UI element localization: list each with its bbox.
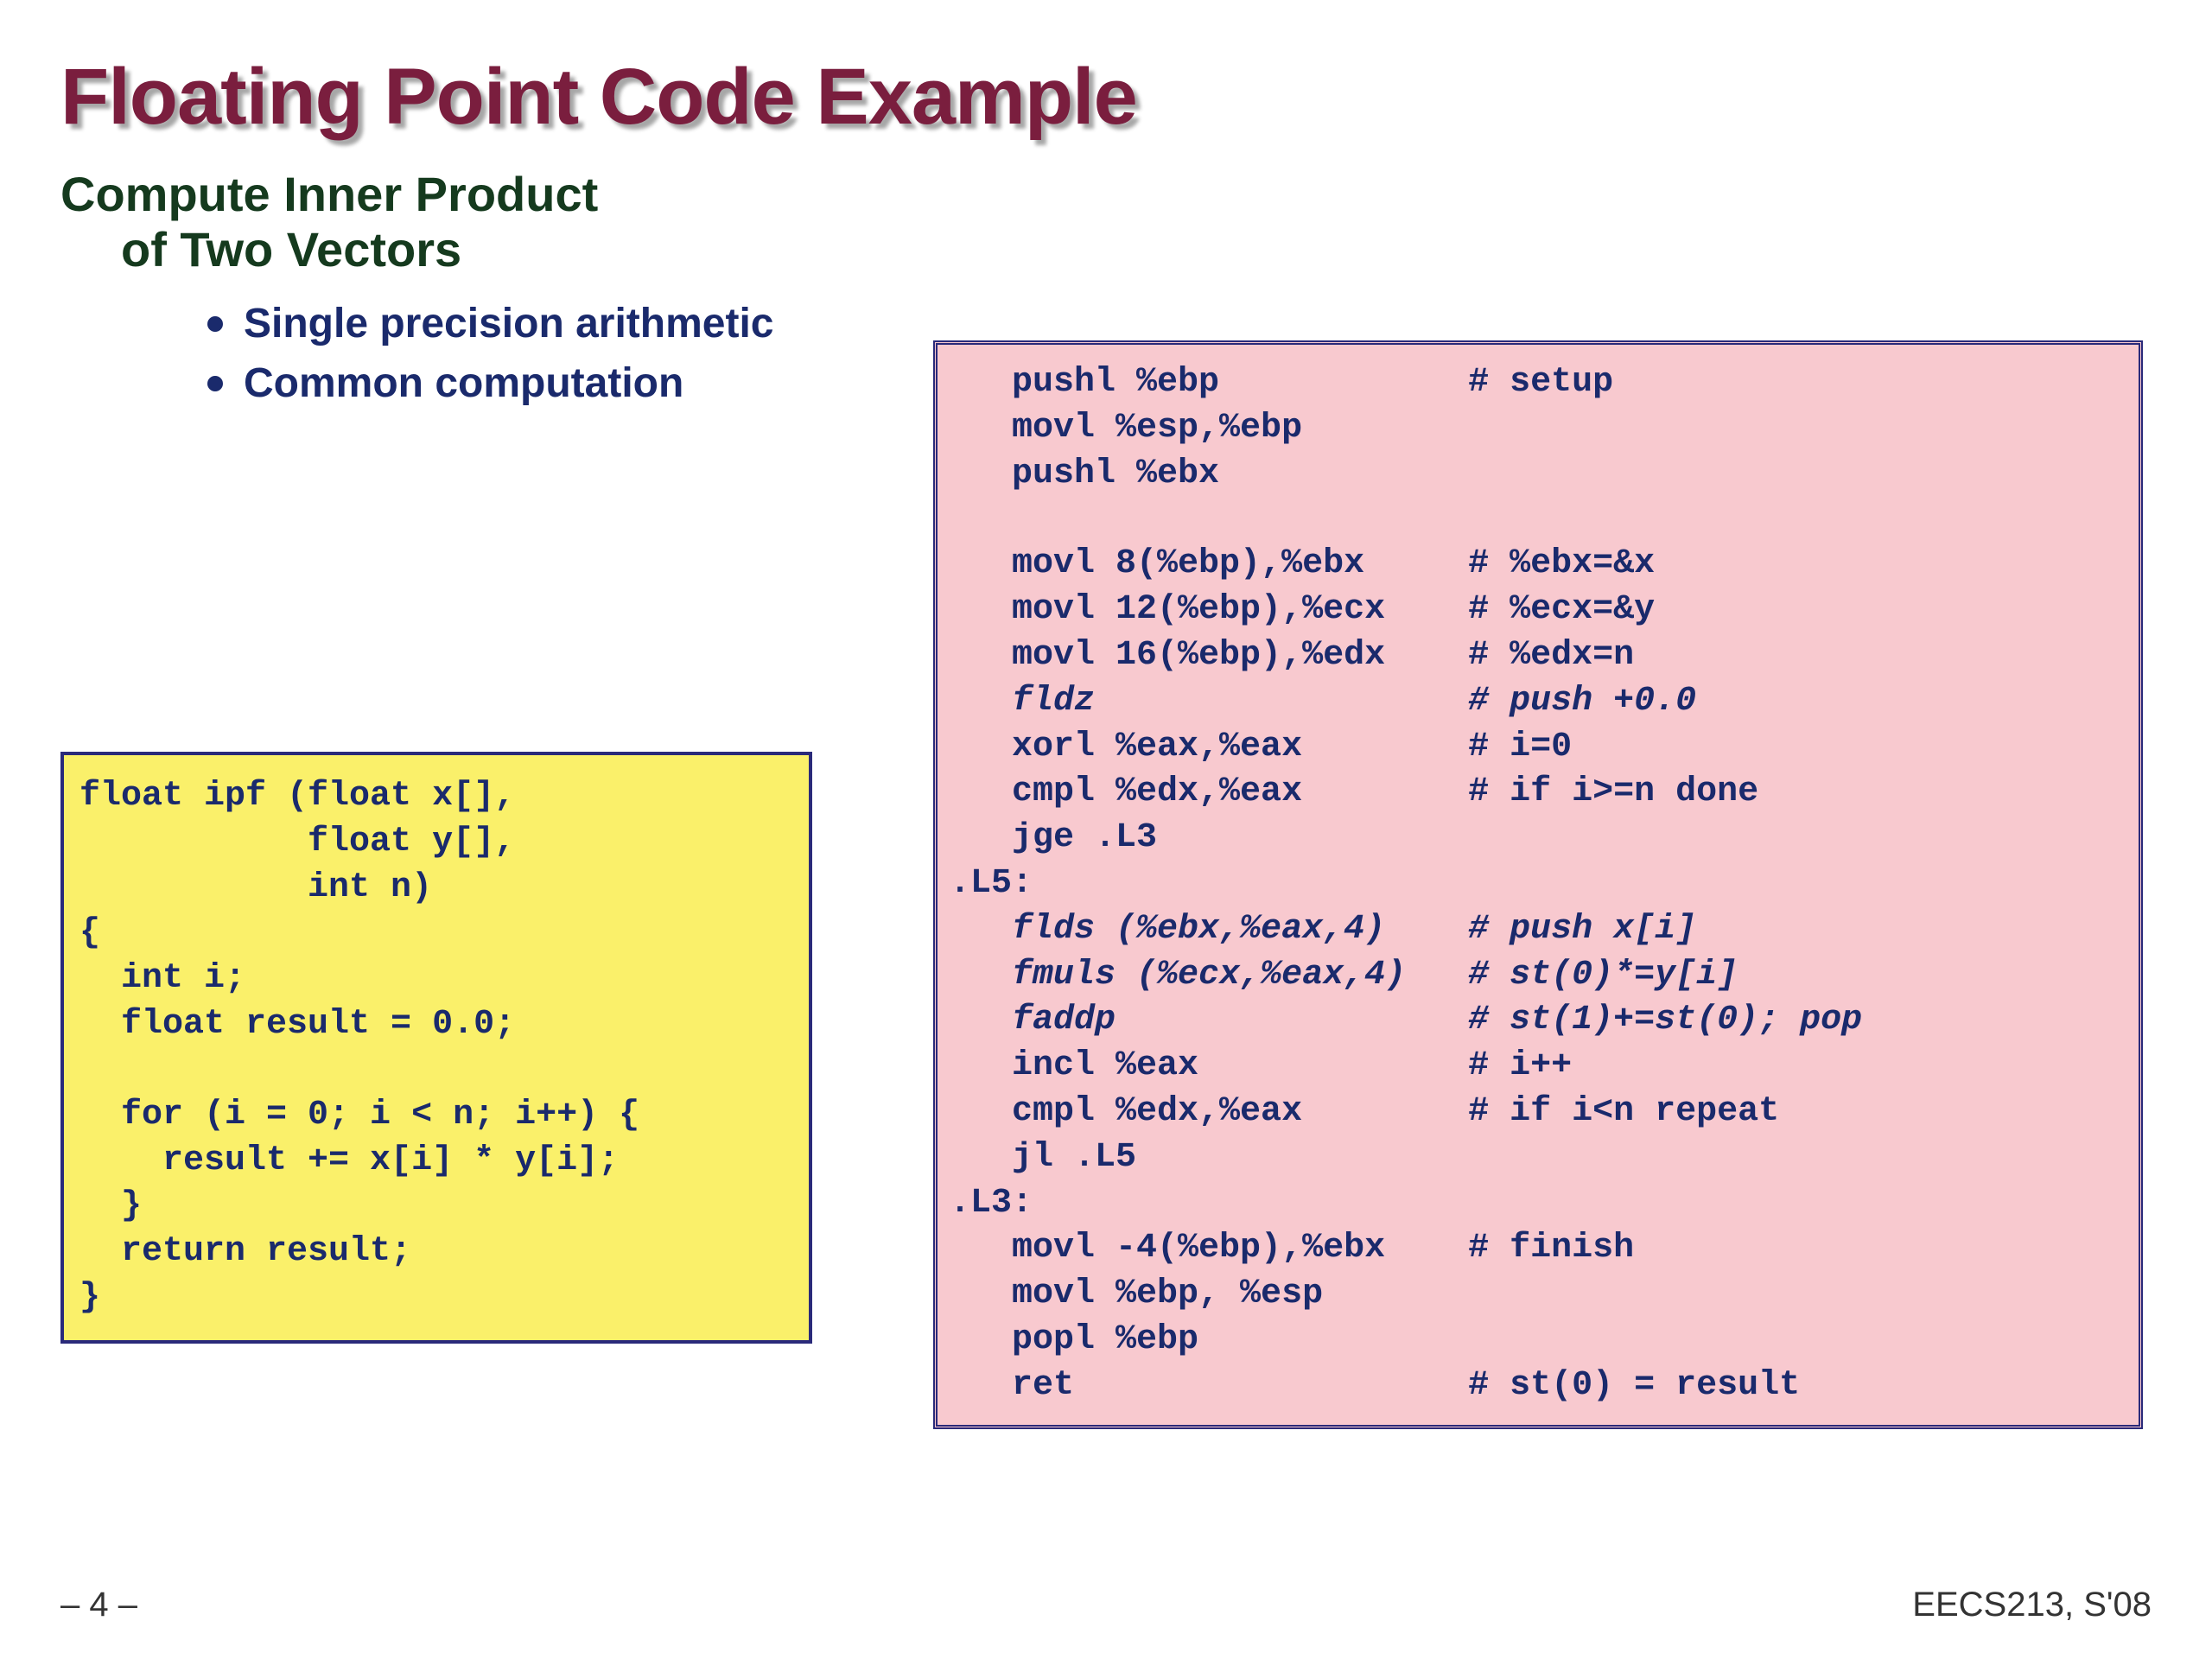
- c-code-line: float result = 0.0;: [79, 1002, 793, 1048]
- footer-course: EECS213, S'08: [1912, 1586, 2152, 1624]
- asm-code-line: movl 8(%ebp),%ebx # %ebx=&x: [950, 542, 2126, 588]
- asm-code-line: fldz # push +0.0: [950, 679, 2126, 725]
- footer-page-number: – 4 –: [60, 1586, 137, 1624]
- asm-code-line: .L3:: [950, 1181, 2126, 1227]
- asm-code-line: flds (%ebx,%eax,4) # push x[i]: [950, 907, 2126, 953]
- subtitle-block: Compute Inner Product of Two Vectors: [60, 167, 2152, 278]
- c-code-box: float ipf (float x[], float y[], int n){…: [60, 752, 812, 1344]
- asm-code-line: cmpl %edx,%eax # if i>=n done: [950, 770, 2126, 816]
- asm-code-line: jl .L5: [950, 1135, 2126, 1181]
- subtitle-line1: Compute Inner Product: [60, 167, 2152, 222]
- asm-code-line: movl %ebp, %esp: [950, 1272, 2126, 1318]
- asm-code-line: ret # st(0) = result: [950, 1363, 2126, 1409]
- c-code-line: result += x[i] * y[i];: [79, 1139, 793, 1185]
- asm-code-line: movl %esp,%ebp: [950, 406, 2126, 452]
- c-code-line: return result;: [79, 1230, 793, 1275]
- c-code-line: }: [79, 1275, 793, 1321]
- asm-code-box: pushl %ebp # setup movl %esp,%ebp pushl …: [933, 340, 2143, 1429]
- c-code-line: float ipf (float x[],: [79, 774, 793, 820]
- c-code-line: for (i = 0; i < n; i++) {: [79, 1093, 793, 1139]
- c-code-line: [79, 1048, 793, 1093]
- asm-code-line: popl %ebp: [950, 1318, 2126, 1363]
- subtitle-line2: of Two Vectors: [121, 222, 2152, 277]
- asm-code-line: cmpl %edx,%eax # if i<n repeat: [950, 1090, 2126, 1135]
- bullet-dot-icon: [207, 376, 223, 391]
- asm-code-line: xorl %eax,%eax # i=0: [950, 725, 2126, 771]
- asm-code-line: pushl %ebp # setup: [950, 360, 2126, 406]
- asm-code-line: incl %eax # i++: [950, 1044, 2126, 1090]
- c-code-line: int i;: [79, 957, 793, 1002]
- asm-code-line: movl 12(%ebp),%ecx # %ecx=&y: [950, 588, 2126, 633]
- c-code-line: float y[],: [79, 820, 793, 866]
- bullet-dot-icon: [207, 316, 223, 332]
- asm-code-line: movl 16(%ebp),%edx # %edx=n: [950, 633, 2126, 679]
- asm-code-line: [950, 497, 2126, 542]
- asm-code-line: fmuls (%ecx,%eax,4) # st(0)*=y[i]: [950, 953, 2126, 999]
- asm-code-line: pushl %ebx: [950, 452, 2126, 498]
- asm-code-line: .L5:: [950, 861, 2126, 907]
- asm-code-line: faddp # st(1)+=st(0); pop: [950, 998, 2126, 1044]
- c-code-line: {: [79, 911, 793, 957]
- bullet-text: Common computation: [244, 359, 683, 409]
- bullet-text: Single precision arithmetic: [244, 299, 774, 349]
- c-code-line: }: [79, 1184, 793, 1230]
- asm-code-line: jge .L3: [950, 816, 2126, 861]
- slide: Floating Point Code Example Compute Inne…: [0, 0, 2212, 1659]
- c-code-line: int n): [79, 866, 793, 912]
- slide-title: Floating Point Code Example: [60, 52, 2152, 143]
- asm-code-line: movl -4(%ebp),%ebx # finish: [950, 1226, 2126, 1272]
